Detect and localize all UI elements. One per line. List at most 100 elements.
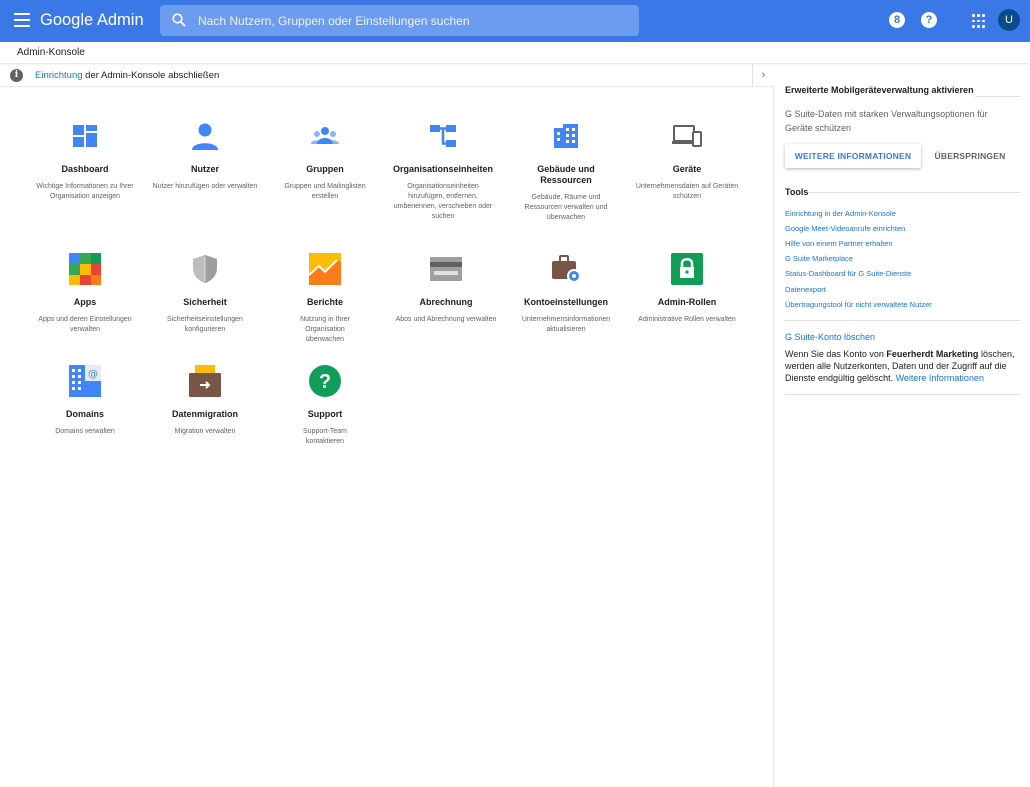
card-description: Domains verwalten bbox=[55, 428, 115, 435]
shield-icon bbox=[193, 255, 217, 283]
card-description: Gebäude, Räume und Ressourcen verwalten … bbox=[524, 194, 608, 221]
card-description: Abos und Abrechnung verwalten bbox=[395, 316, 497, 323]
card-billing[interactable]: Abrechnung Abos und Abrechnung verwalten bbox=[387, 253, 505, 343]
building-icon bbox=[554, 124, 578, 148]
card-admin-roles[interactable]: Admin-Rollen Administrative Rollen verwa… bbox=[628, 253, 746, 343]
card-devices[interactable]: Geräte Unternehmensdaten auf Geräten sch… bbox=[628, 120, 746, 230]
app-brand[interactable]: Google Admin bbox=[40, 11, 144, 30]
user-icon bbox=[192, 123, 218, 150]
learn-more-link[interactable]: Weitere Informationen bbox=[896, 373, 984, 383]
promo-text: G Suite-Daten mit starken Verwaltungsopt… bbox=[785, 109, 988, 133]
tool-link-marketplace[interactable]: G Suite Marketplace bbox=[785, 254, 853, 263]
breadcrumb: Admin-Konsole bbox=[17, 47, 85, 58]
billing-card-icon bbox=[430, 257, 462, 281]
promo-title: Erweiterte Mobilgeräteverwaltung aktivie… bbox=[785, 85, 974, 95]
card-description: Gruppen und Mailinglisten erstellen bbox=[284, 183, 366, 200]
card-title: Kontoeinstellungen bbox=[524, 297, 608, 307]
notifications-icon[interactable]: 8 bbox=[889, 12, 905, 28]
org-units-icon bbox=[430, 125, 456, 147]
tool-link-data-export[interactable]: Datenexport bbox=[785, 285, 826, 294]
groups-icon bbox=[311, 127, 339, 144]
card-support[interactable]: ? Support Support-Team kontaktieren bbox=[266, 365, 384, 450]
setup-notice: i Einrichtung der Admin-Konsole abschlie… bbox=[0, 64, 752, 87]
chevron-right-icon: › bbox=[761, 69, 766, 81]
notice-text: Einrichtung der Admin-Konsole abschließe… bbox=[35, 70, 219, 81]
skip-button[interactable]: ÜBERSPRINGEN bbox=[930, 144, 1010, 168]
tool-link-meet[interactable]: Google Meet-Videoanrufe einrichten bbox=[785, 224, 905, 233]
card-domains[interactable]: @ Domains Domains verwalten bbox=[26, 365, 144, 445]
divider bbox=[809, 192, 1021, 193]
reports-icon bbox=[309, 253, 341, 285]
card-apps[interactable]: Apps Apps und deren Einstellungen verwal… bbox=[26, 253, 144, 343]
card-description: Wichtige Informationen zu Ihrer Organisa… bbox=[36, 183, 134, 200]
card-title: Apps bbox=[73, 297, 97, 307]
apps-icon bbox=[69, 253, 101, 285]
svg-text:?: ? bbox=[319, 371, 331, 393]
lock-icon bbox=[671, 253, 703, 285]
collapse-panel-button[interactable]: › bbox=[752, 64, 774, 87]
notice-message: der Admin-Konsole abschließen bbox=[82, 70, 220, 81]
card-dashboard[interactable]: Dashboard Wichtige Informationen zu Ihre… bbox=[26, 120, 144, 230]
card-title: Datenmigration bbox=[171, 409, 238, 419]
top-app-bar: Google Admin 8 ? U bbox=[0, 0, 1030, 42]
card-title: Domains bbox=[65, 409, 104, 419]
help-circle-icon: ? bbox=[309, 365, 341, 397]
card-description: Organisationseinheiten hinzufügen, entfe… bbox=[393, 183, 493, 220]
domains-icon: @ bbox=[69, 365, 101, 397]
search-icon bbox=[172, 13, 186, 27]
card-description: Nutzer hinzufügen oder verwalten bbox=[152, 183, 258, 190]
delete-account-text: Wenn Sie das Konto von Feuerherdt Market… bbox=[785, 348, 1021, 384]
hamburger-menu-icon[interactable] bbox=[14, 13, 30, 27]
card-description: Support-Team kontaktieren bbox=[303, 428, 347, 445]
delete-text-part: Wenn Sie das Konto von bbox=[785, 349, 887, 359]
divider bbox=[785, 394, 1021, 395]
panel-divider bbox=[773, 87, 774, 787]
briefcase-gear-icon bbox=[552, 255, 581, 283]
svg-text:@: @ bbox=[88, 369, 98, 380]
card-title: Organisationseinheiten bbox=[392, 164, 494, 174]
card-title: Gruppen bbox=[306, 164, 344, 174]
card-description: Unternehmensdaten auf Geräten schützen bbox=[635, 183, 739, 200]
card-description: Unternehmensinformationen aktualisieren bbox=[521, 316, 611, 333]
card-title: Berichte bbox=[306, 297, 343, 307]
apps-launcher-icon[interactable] bbox=[972, 14, 985, 28]
devices-icon bbox=[672, 125, 702, 147]
help-icon[interactable]: ? bbox=[921, 12, 937, 28]
card-description: Nutzung in Ihrer Organisation überwachen bbox=[300, 316, 350, 343]
card-account-settings[interactable]: Kontoeinstellungen Unternehmensinformati… bbox=[507, 253, 625, 343]
migration-box-icon bbox=[189, 365, 221, 397]
tool-link-partner[interactable]: Hilfe von einem Partner erhalten bbox=[785, 239, 893, 248]
card-description: Migration verwalten bbox=[174, 428, 236, 435]
card-title: Dashboard bbox=[61, 164, 109, 174]
company-name: Feuerherdt Marketing bbox=[886, 349, 979, 359]
setup-link[interactable]: Einrichtung bbox=[35, 70, 83, 81]
card-title: Admin-Rollen bbox=[657, 297, 717, 307]
search-box[interactable] bbox=[160, 5, 639, 36]
card-title: Abrechnung bbox=[419, 297, 473, 307]
learn-more-button[interactable]: WEITERE INFORMATIONEN bbox=[785, 144, 921, 168]
delete-account-link[interactable]: G Suite-Konto löschen bbox=[785, 332, 875, 342]
info-icon: i bbox=[10, 69, 23, 82]
tool-link-setup[interactable]: Einrichtung in der Admin-Konsole bbox=[785, 209, 896, 218]
card-security[interactable]: Sicherheit Sicherheitseinstellungen konf… bbox=[146, 253, 264, 343]
card-description: Sicherheitseinstellungen konfigurieren bbox=[167, 316, 243, 333]
card-description: Administrative Rollen verwalten bbox=[638, 316, 736, 323]
account-avatar[interactable]: U bbox=[998, 9, 1020, 31]
card-groups[interactable]: Gruppen Gruppen und Mailinglisten erstel… bbox=[266, 120, 384, 230]
card-buildings[interactable]: Gebäude und Ressourcen Gebäude, Räume un… bbox=[507, 120, 625, 230]
card-data-migration[interactable]: Datenmigration Migration verwalten bbox=[146, 365, 264, 445]
divider bbox=[785, 320, 1021, 321]
card-title: Gebäude und Ressourcen bbox=[537, 164, 595, 185]
card-title: Nutzer bbox=[190, 164, 219, 174]
card-description: Apps und deren Einstellungen verwalten bbox=[38, 316, 132, 333]
tool-link-status-dashboard[interactable]: Status-Dashboard für G Suite-Dienste bbox=[785, 269, 911, 278]
tools-title: Tools bbox=[785, 187, 809, 197]
card-users[interactable]: Nutzer Nutzer hinzufügen oder verwalten bbox=[146, 120, 264, 230]
tool-link-transfer-tool[interactable]: Übertragungstool für nicht verwaltete Nu… bbox=[785, 300, 932, 309]
dashboard-icon bbox=[73, 125, 97, 147]
search-input[interactable] bbox=[198, 5, 628, 36]
card-org-units[interactable]: Organisationseinheiten Organisationseinh… bbox=[384, 120, 502, 235]
divider bbox=[975, 96, 1021, 97]
card-title: Sicherheit bbox=[183, 297, 227, 307]
card-reports[interactable]: Berichte Nutzung in Ihrer Organisation ü… bbox=[266, 253, 384, 348]
